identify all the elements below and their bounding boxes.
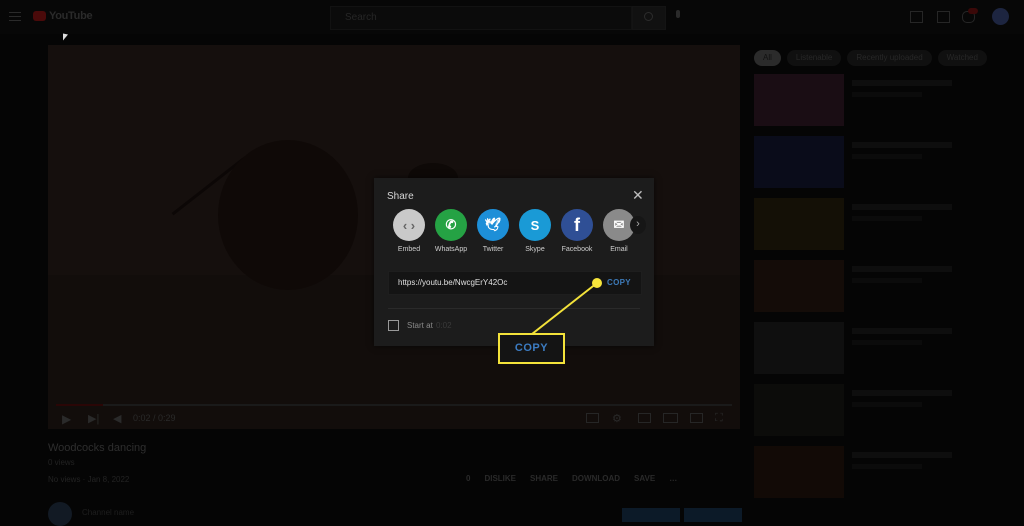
recommendation-item[interactable] (754, 446, 1024, 506)
dislike-button[interactable]: DISLIKE (484, 474, 516, 483)
filter-chips: All Listenable Recently uploaded Watched (754, 50, 987, 66)
callout-copy-label: COPY (498, 333, 565, 364)
callout-dot (592, 278, 602, 288)
recommendation-channel (852, 340, 922, 345)
recommendation-thumbnail (754, 198, 844, 250)
edit-video-button[interactable] (684, 508, 742, 522)
download-button[interactable]: DOWNLOAD (572, 474, 620, 483)
video-actions: 0 DISLIKE SHARE DOWNLOAD SAVE … (466, 474, 677, 483)
recommendation-title (852, 80, 952, 86)
video-title: Woodcocks dancing (48, 442, 147, 454)
callout-text: COPY (514, 342, 549, 354)
like-button[interactable]: 0 (466, 474, 470, 483)
recommendation-item[interactable] (754, 260, 1024, 320)
recommendation-thumbnail (754, 260, 844, 312)
recommendation-channel (852, 402, 922, 407)
channel-name[interactable]: Channel name (82, 508, 134, 517)
recommendation-title (852, 204, 952, 210)
chip-recently-uploaded[interactable]: Recently uploaded (847, 50, 932, 66)
recommendation-title (852, 266, 952, 272)
recommendation-channel (852, 216, 922, 221)
recommendation-thumbnail (754, 74, 844, 126)
recommendation-title (852, 328, 952, 334)
recommendation-channel (852, 464, 922, 469)
video-meta: No views · Jan 8, 2022 (48, 475, 130, 484)
recommendation-thumbnail (754, 322, 844, 374)
recommendation-item[interactable] (754, 74, 1024, 134)
recommendation-channel (852, 154, 922, 159)
recommendation-title (852, 452, 952, 458)
recommendation-title (852, 390, 952, 396)
chip-watched[interactable]: Watched (937, 50, 987, 66)
chip-listenable[interactable]: Listenable (786, 50, 842, 66)
recommendation-item[interactable] (754, 198, 1024, 258)
recommendation-item[interactable] (754, 384, 1024, 444)
more-button[interactable]: … (669, 474, 677, 483)
save-button[interactable]: SAVE (634, 474, 655, 483)
recommendation-thumbnail (754, 446, 844, 498)
analytics-button[interactable] (622, 508, 680, 522)
recommendation-thumbnail (754, 136, 844, 188)
recommendation-item[interactable] (754, 136, 1024, 196)
recommendation-thumbnail (754, 384, 844, 436)
channel-avatar[interactable] (48, 502, 72, 526)
share-button[interactable]: SHARE (530, 474, 558, 483)
video-hashtag: 0 views (48, 458, 75, 467)
recommendation-channel (852, 278, 922, 283)
recommendation-item[interactable] (754, 322, 1024, 382)
chip-all[interactable]: All (754, 50, 781, 66)
recommendation-title (852, 142, 952, 148)
recommendation-channel (852, 92, 922, 97)
